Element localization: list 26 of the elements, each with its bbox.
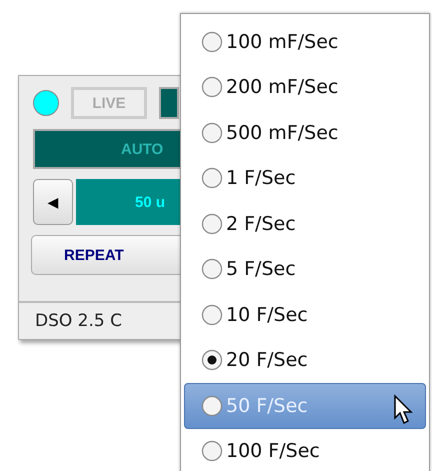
menu-item[interactable]: 100 F/Sec — [184, 428, 426, 471]
menu-item[interactable]: 20 F/Sec — [184, 338, 426, 383]
radio-button[interactable] — [201, 122, 223, 144]
menu-item[interactable]: 500 mF/Sec — [184, 110, 426, 156]
radio-button[interactable] — [201, 304, 223, 326]
radio-button[interactable] — [201, 258, 223, 280]
radio-button[interactable] — [201, 30, 223, 53]
menu-item[interactable]: 200 mF/Sec — [184, 64, 426, 110]
radio-button[interactable] — [201, 440, 223, 462]
menu-item[interactable]: 2 F/Sec — [184, 201, 426, 246]
radio-button[interactable] — [201, 212, 223, 235]
radio-button[interactable] — [201, 394, 223, 417]
menu-item[interactable]: 1 F/Sec — [184, 156, 426, 201]
mouse-pointer-icon — [393, 394, 415, 426]
menu-item[interactable]: 100 mF/Sec — [184, 19, 426, 64]
status-bar: DSO 2.5 C — [19, 301, 180, 339]
radio-button[interactable] — [201, 76, 223, 98]
radio-button[interactable] — [201, 349, 223, 372]
left-arrow-button[interactable]: ◀ — [33, 179, 73, 225]
mode-button[interactable] — [159, 87, 179, 119]
mode-display: AUTO — [33, 129, 180, 169]
radio-button[interactable] — [201, 167, 223, 190]
timebase-display: 50 u — [76, 179, 180, 225]
menu-item[interactable]: 5 F/Sec — [184, 246, 426, 292]
repeat-button[interactable]: REPEAT — [31, 235, 180, 275]
menu-item[interactable]: 10 F/Sec — [184, 292, 426, 338]
